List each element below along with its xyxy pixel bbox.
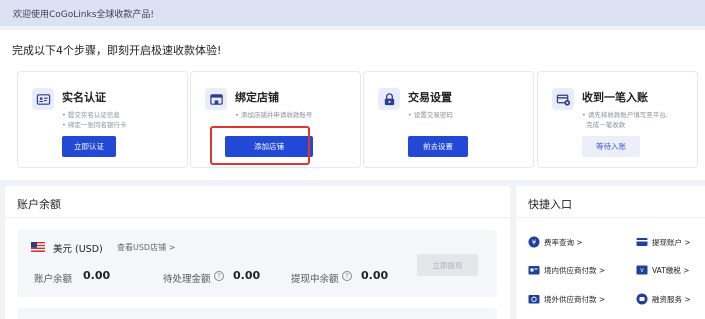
go-settings-button[interactable]: 前去设置 (408, 136, 468, 157)
divider (516, 217, 705, 218)
next-currency-card (17, 308, 497, 319)
financing-icon (636, 293, 648, 305)
pending-amount-label: 待处理金额 (163, 274, 211, 285)
help-icon[interactable]: ? (342, 271, 352, 281)
currency-name: 美元 (USD) (53, 244, 103, 255)
step-card-verification: 实名认证 • 提交实名认证信息 • 绑定一张同名银行卡 立即认证 (17, 71, 188, 168)
balance-title: 账户余额 (17, 198, 61, 211)
withdrawing-amount-label: 提现中余额 (291, 274, 339, 285)
welcome-banner-text: 欢迎使用CoGoLinks全球收款产品! (13, 10, 154, 20)
verify-now-button[interactable]: 立即认证 (62, 136, 116, 157)
pending-amount-value: 0.00 (233, 269, 261, 282)
vat-icon: V (636, 265, 648, 275)
divider (5, 217, 510, 218)
us-flag-icon (31, 242, 45, 252)
step-bullets: • 设置交易密码 (408, 111, 453, 119)
quick-item-withdraw-account[interactable]: 提现账户 > (636, 236, 691, 248)
usd-balance-card: 美元 (USD) 查看USD店铺 > 账户余额 0.00 待处理金额 ? 0.0… (17, 230, 497, 297)
quick-item-financing-service[interactable]: 融资服务 > (636, 293, 691, 305)
quick-access-panel: 快捷入口 ¥ 费率查询 > 提现账户 > 境内供应商付款 > V VAT缴税 >… (516, 186, 705, 319)
await-payment-button[interactable]: 等待入账 (582, 136, 640, 157)
help-icon[interactable]: ? (214, 271, 224, 281)
account-balance-value: 0.00 (83, 269, 111, 282)
quick-item-overseas-supplier-payment[interactable]: 境外供应商付款 > (528, 293, 605, 305)
svg-text:¥: ¥ (532, 239, 537, 247)
step-card-transaction-settings: 交易设置 • 设置交易密码 前去设置 (363, 71, 534, 168)
overseas-supplier-icon (528, 295, 540, 304)
view-usd-shops-link[interactable]: 查看USD店铺 > (117, 242, 175, 253)
svg-text:V: V (640, 268, 644, 274)
step-title: 收到一笔入账 (582, 91, 648, 104)
step-title: 交易设置 (408, 91, 452, 104)
id-card-icon (32, 88, 54, 110)
rate-icon: ¥ (528, 236, 540, 248)
step-bullets: • 提交实名认证信息 • 绑定一张同名银行卡 (62, 111, 127, 129)
add-store-highlight-box (210, 126, 310, 165)
quick-access-title: 快捷入口 (528, 198, 572, 211)
withdraw-now-button[interactable]: 立即提现 (417, 254, 478, 276)
store-icon (205, 88, 227, 110)
step-title: 绑定店铺 (235, 91, 279, 104)
steps-title: 完成以下4个步骤，即刻开启极速收款体验! (12, 44, 222, 57)
welcome-banner: 欢迎使用CoGoLinks全球收款产品! (0, 0, 705, 26)
withdrawing-amount-value: 0.00 (361, 269, 389, 282)
step-bullets: • 添加店铺并申请收款账号 (235, 111, 313, 119)
account-balance-panel: 账户余额 美元 (USD) 查看USD店铺 > 账户余额 0.00 待处理金额 … (5, 186, 510, 319)
onboarding-steps-panel: 完成以下4个步骤，即刻开启极速收款体验! 实名认证 • 提交实名认证信息 • 绑… (0, 30, 705, 180)
step-bullets: • 请先将收款账户填写至平台, 完成一笔收款 (582, 111, 668, 129)
step-title: 实名认证 (62, 91, 106, 104)
domestic-supplier-icon (528, 266, 540, 275)
lock-icon (378, 88, 400, 110)
quick-item-domestic-supplier-payment[interactable]: 境内供应商付款 > (528, 264, 605, 276)
quick-item-rate-inquiry[interactable]: ¥ 费率查询 > (528, 236, 583, 248)
card-icon (636, 238, 648, 246)
step-card-first-payment: 收到一笔入账 • 请先将收款账户填写至平台, 完成一笔收款 等待入账 (537, 71, 698, 168)
account-balance-label: 账户余额 (34, 274, 73, 285)
quick-item-vat-payment[interactable]: V VAT缴税 > (636, 264, 689, 276)
payment-icon (552, 88, 574, 110)
